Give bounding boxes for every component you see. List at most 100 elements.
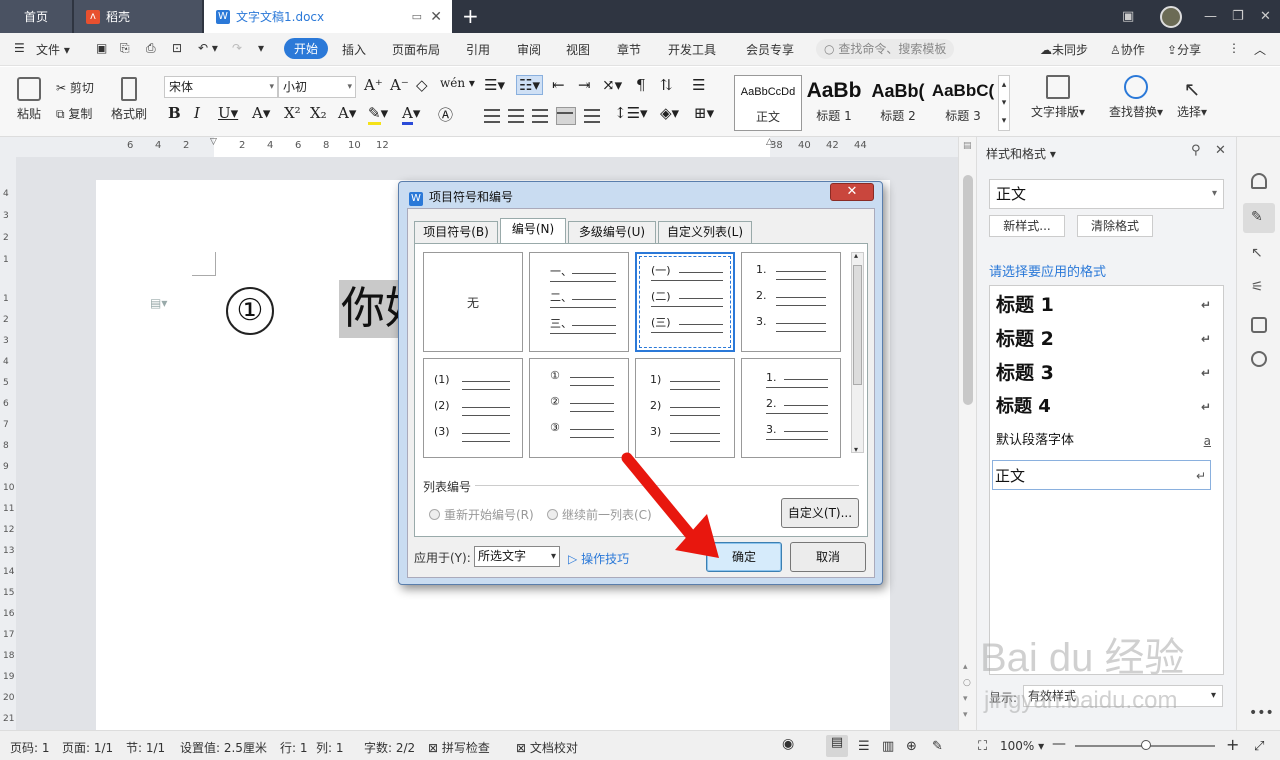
grow-font-icon[interactable]: A⁺	[364, 76, 383, 94]
fit-page-icon[interactable]: ⛶	[978, 739, 987, 754]
format-painter-button[interactable]: 格式刷	[110, 77, 148, 122]
numbering-option-paren-arabic[interactable]: (1) (2) (3)	[423, 358, 523, 458]
menu-insert[interactable]: 插入	[342, 41, 366, 58]
find-replace-button[interactable]: 查找替换▾	[1104, 75, 1168, 120]
status-words[interactable]: 字数: 2/2	[364, 739, 415, 756]
style-item-default-font[interactable]: 默认段落字体 a	[996, 426, 1215, 456]
zoom-in-icon[interactable]: +	[1226, 735, 1239, 754]
line-spacing-icon[interactable]: ↕☰▾	[614, 104, 648, 122]
clear-format-icon[interactable]: ◇	[416, 76, 428, 94]
scroll-page-icon[interactable]: ▤	[963, 141, 972, 151]
new-tab-button[interactable]: +	[462, 4, 479, 28]
spell-check-button[interactable]: ⊠ 拼写检查	[428, 739, 490, 756]
bold-icon[interactable]: B	[168, 104, 181, 122]
zoom-slider-knob[interactable]	[1141, 740, 1151, 750]
superscript-icon[interactable]: X²	[284, 104, 301, 122]
numbering-option-arabic-paren[interactable]: 1) 2) 3)	[635, 358, 735, 458]
style-item-heading4[interactable]: 标题 4 ↵	[996, 392, 1215, 422]
cancel-button[interactable]: 取消	[790, 542, 866, 572]
quick-access-more-icon[interactable]: ▾	[258, 41, 264, 55]
horizontal-ruler[interactable]: 6 4 2 2 4 6 8 10 12 38 40 42 44 ▽ △	[0, 137, 958, 157]
scroll-thumb[interactable]	[963, 175, 973, 405]
align-left-icon[interactable]	[484, 109, 500, 123]
menu-file[interactable]: 文件 ▾	[36, 41, 70, 58]
style-heading2[interactable]: AaBb(标题 2	[866, 75, 930, 131]
italic-icon[interactable]: I	[194, 104, 200, 122]
style-heading3[interactable]: AaBbC(标题 3	[930, 75, 996, 131]
fullscreen-icon[interactable]: ⤢	[1254, 739, 1264, 754]
outline-view-icon[interactable]: ☰	[858, 739, 870, 754]
distributed-icon[interactable]	[584, 109, 600, 123]
borders-icon[interactable]: ⊞▾	[694, 104, 714, 122]
tab-numbering[interactable]: 编号(N)	[500, 218, 566, 245]
close-tab-icon[interactable]: ✕	[430, 9, 442, 25]
dialog-title-bar[interactable]: W 项目符号和编号	[409, 188, 513, 206]
zoom-out-icon[interactable]: —	[1052, 736, 1066, 752]
menu-start[interactable]: 开始	[284, 38, 329, 59]
select-button[interactable]: ↖ 选择▾	[1172, 75, 1212, 120]
style-item-heading2[interactable]: 标题 2 ↵	[996, 324, 1215, 354]
sync-status[interactable]: ☁未同步	[1040, 41, 1088, 58]
tab-multilevel[interactable]: 多级编号(U)	[568, 221, 656, 244]
font-family-select[interactable]: 宋体	[164, 76, 278, 98]
clear-format-button[interactable]: 清除格式	[1077, 215, 1153, 237]
restart-numbering-radio[interactable]: 重新开始编号(R)	[429, 506, 534, 523]
write-mode-icon[interactable]: ✎	[932, 739, 943, 754]
numbering-option-chinese[interactable]: 一、 二、 三、	[529, 252, 629, 352]
show-marks-icon[interactable]: ¶	[636, 76, 646, 94]
maximize-icon[interactable]: ❐	[1232, 0, 1244, 33]
style-item-heading1[interactable]: 标题 1 ↵	[996, 290, 1215, 320]
tab-daoke[interactable]: ʌ 稻壳	[74, 0, 202, 33]
zoom-level[interactable]: 100% ▾	[1000, 739, 1044, 753]
char-border-icon[interactable]: Ⓐ	[438, 104, 453, 125]
strikethrough-icon[interactable]: A▾	[252, 104, 270, 122]
paragraph-options-icon[interactable]: ▤▾	[150, 296, 167, 310]
phonetic-icon[interactable]: wén ▾	[440, 76, 475, 90]
text-layout-button[interactable]: 文字排版▾	[1026, 75, 1090, 120]
page-view-icon[interactable]: ▤	[826, 735, 848, 757]
hamburger-icon[interactable]: ☰	[14, 41, 25, 55]
numbering-option-arabic-dot-2[interactable]: 1. 2. 3.	[741, 358, 841, 458]
share-button[interactable]: ⇪分享	[1167, 41, 1201, 58]
highlight-icon[interactable]: ✎▾	[368, 104, 388, 125]
scroll-up-icon[interactable]: ▴	[854, 251, 858, 260]
paste-button[interactable]: 粘贴	[12, 77, 46, 122]
menu-review[interactable]: 审阅	[517, 41, 541, 58]
web-view-icon[interactable]: ⊕	[906, 739, 917, 754]
tab-document[interactable]: W 文字文稿1.docx ▭ ✕	[204, 0, 452, 33]
style-item-heading3[interactable]: 标题 3 ↵	[996, 358, 1215, 388]
more-icon[interactable]: ⋮	[1228, 41, 1240, 55]
scroll-nav-icons[interactable]: ▴ ○ ▾ ▾	[963, 659, 971, 723]
numbering-option-circled[interactable]: ① ② ③	[529, 358, 629, 458]
eye-protection-icon[interactable]: ◉	[782, 736, 794, 752]
edit-tool-active[interactable]: ✎	[1243, 203, 1275, 233]
selected-text[interactable]: 你好	[339, 280, 403, 338]
increase-indent-icon[interactable]: ⇥	[578, 76, 591, 94]
text-effect-icon[interactable]: A▾	[338, 104, 356, 122]
print-preview-icon[interactable]: ⊡	[172, 41, 182, 55]
numbering-grid-scrollbar[interactable]: ▴ ▾	[851, 251, 864, 454]
customize-button[interactable]: 自定义(T)...	[781, 498, 859, 528]
numbering-option-none[interactable]: 无	[423, 252, 523, 352]
grid-scroll-thumb[interactable]	[853, 265, 862, 385]
align-right-icon[interactable]	[532, 109, 548, 123]
bullet-list-icon[interactable]: ☰▾	[484, 76, 505, 94]
avatar[interactable]	[1160, 0, 1182, 33]
menu-developer[interactable]: 开发工具	[668, 41, 716, 58]
document-scrollbar[interactable]: ▤ ▴ ○ ▾ ▾	[958, 137, 976, 730]
copy-button[interactable]: ⧉ 复制	[56, 105, 92, 122]
style-normal[interactable]: AaBbCcDd 正文	[734, 75, 802, 131]
numbering-option-arabic-dot[interactable]: 1. 2. 3.	[741, 252, 841, 352]
indent-marker[interactable]: ▽	[210, 137, 217, 147]
pin-icon[interactable]: ⚲	[1191, 143, 1201, 158]
font-color-icon[interactable]: A▾	[402, 104, 420, 125]
menu-page-layout[interactable]: 页面布局	[392, 41, 440, 58]
style-item-normal[interactable]: 正文 ↵	[992, 460, 1211, 490]
tab-custom-list[interactable]: 自定义列表(L)	[658, 221, 752, 244]
justify-icon[interactable]	[556, 107, 576, 125]
menu-references[interactable]: 引用	[466, 41, 490, 58]
close-pane-icon[interactable]: ✕	[1215, 143, 1226, 158]
collab-button[interactable]: ♙协作	[1110, 41, 1145, 58]
scroll-down-icon[interactable]: ▾	[854, 445, 858, 454]
clipboard-icon[interactable]	[1251, 317, 1267, 333]
